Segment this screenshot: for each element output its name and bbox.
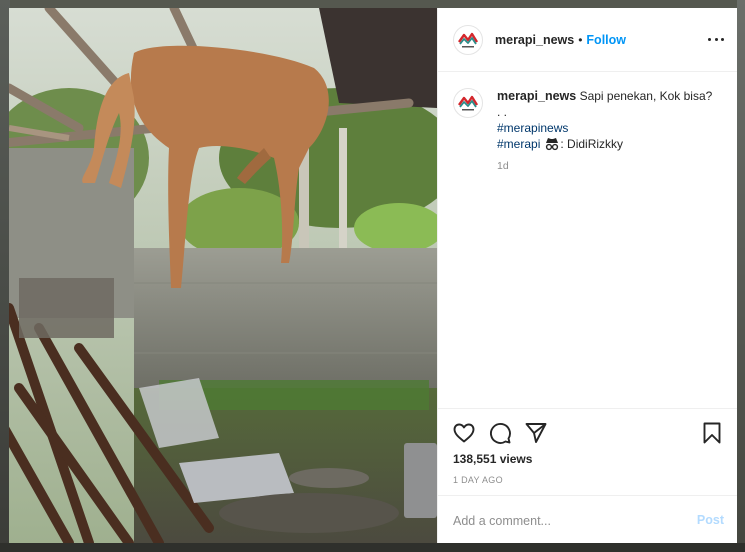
caption-text: Sapi penekan, Kok bisa? xyxy=(579,89,713,103)
video-frame xyxy=(9,8,437,543)
hashtag-merapi[interactable]: #merapi xyxy=(497,136,540,152)
post-details-panel: merapi_news • Follow merapi_news Sapi pe… xyxy=(437,8,737,543)
backdrop-bottom xyxy=(0,543,745,552)
caption: merapi_news Sapi penekan, Kok bisa? . . … xyxy=(453,88,723,174)
backdrop-top xyxy=(0,0,745,8)
caption-avatar[interactable] xyxy=(453,88,483,118)
backdrop-right xyxy=(737,0,745,552)
header-separator: • xyxy=(578,32,583,47)
hashtag-merapinews[interactable]: #merapinews xyxy=(497,121,568,135)
bookmark-icon[interactable] xyxy=(700,421,724,445)
caption-credit: : DidiRizkky xyxy=(560,137,624,151)
comment-input[interactable] xyxy=(453,512,673,530)
action-bar xyxy=(452,421,724,447)
caption-dots: . . xyxy=(497,105,508,119)
post-video[interactable] xyxy=(9,8,437,543)
caption-body: merapi_news Sapi penekan, Kok bisa? . . … xyxy=(497,88,712,174)
post-actions-section: 138,551 views 1 DAY AGO Post xyxy=(438,408,737,543)
merapi-logo-icon xyxy=(458,32,479,47)
post-comment-button[interactable]: Post xyxy=(697,513,724,527)
post-header: merapi_news • Follow xyxy=(438,8,737,72)
post-modal: merapi_news • Follow merapi_news Sapi pe… xyxy=(9,8,737,543)
more-options-icon[interactable] xyxy=(708,31,724,47)
share-icon[interactable] xyxy=(524,421,548,445)
caption-username[interactable]: merapi_news xyxy=(497,89,576,103)
comment-bar: Post xyxy=(438,495,737,543)
follow-button[interactable]: Follow xyxy=(586,33,626,47)
header-username[interactable]: merapi_news xyxy=(495,33,574,47)
caption-time: 1d xyxy=(497,160,509,172)
post-timestamp: 1 DAY AGO xyxy=(453,475,503,485)
incognito-icon xyxy=(546,138,559,151)
heart-icon[interactable] xyxy=(452,421,476,445)
merapi-logo-icon xyxy=(458,95,479,111)
view-count[interactable]: 138,551 views xyxy=(453,452,532,466)
comment-icon[interactable] xyxy=(488,421,512,445)
avatar[interactable] xyxy=(453,24,483,55)
